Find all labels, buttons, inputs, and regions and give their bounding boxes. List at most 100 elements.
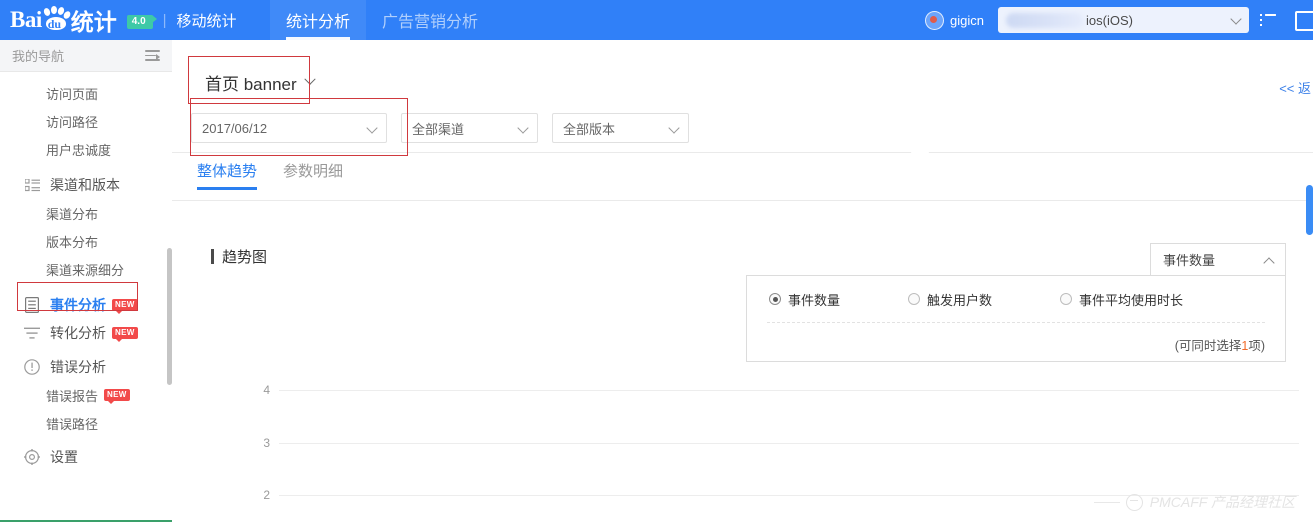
metric-select-value: 事件数量 — [1163, 250, 1215, 269]
y-axis-tick: 2 — [248, 488, 270, 502]
sidebar-item-label: 设置 — [50, 447, 78, 467]
section-tabs: 整体趋势 参数明细 — [197, 160, 343, 190]
chevron-down-icon — [517, 122, 528, 133]
sidebar-item-label: 访问路径 — [46, 112, 98, 131]
gear-icon — [24, 449, 40, 465]
funnel-icon — [24, 325, 40, 341]
document-icon — [24, 297, 40, 313]
grid-button[interactable] — [1287, 0, 1313, 40]
app-selector[interactable]: ios(iOS) — [998, 7, 1249, 33]
grid-icon — [1295, 11, 1313, 31]
radio-triggered-users[interactable]: 触发用户数 — [908, 290, 992, 309]
tab-overall-trend[interactable]: 整体趋势 — [197, 160, 257, 190]
chevron-down-icon — [668, 122, 679, 133]
channel-select[interactable]: 全部渠道 — [401, 113, 538, 143]
chevron-down-icon — [1230, 13, 1241, 24]
selection-hint: (可同时选择1项) — [747, 323, 1285, 354]
gridline — [279, 443, 1299, 444]
event-selector-highlight-box — [188, 56, 310, 104]
sidebar-item-label: 转化分析 — [50, 323, 106, 343]
tabs-highlight-box — [190, 98, 408, 156]
product-subtitle: 移动统计 — [177, 10, 237, 31]
sidebar-item-visit-pages[interactable]: 访问页面 — [0, 79, 172, 107]
metric-select-trigger[interactable]: 事件数量 — [1150, 243, 1286, 276]
sidebar-item-channel-version[interactable]: 渠道和版本 — [0, 171, 172, 199]
sidebar-header: 我的导航 — [0, 40, 172, 72]
new-badge: NEW — [112, 299, 138, 311]
apps-list-button[interactable] — [1255, 0, 1281, 40]
sidebar: 我的导航 访问页面 访问路径 用户忠诚度 渠道和版本 渠道分布 版本分布 渠道来… — [0, 40, 173, 526]
trend-chart-plot: 4 3 2 1 — [172, 201, 1313, 526]
alert-circle-icon — [24, 359, 40, 375]
sidebar-bottom-accent — [0, 520, 172, 526]
sidebar-item-visit-path[interactable]: 访问路径 — [0, 107, 172, 135]
version-badge: 4.0 — [127, 12, 153, 29]
logo-du-text: du — [48, 17, 61, 32]
logo-bai-text: Bai — [10, 7, 42, 33]
sidebar-item-label: 事件分析 — [50, 295, 106, 315]
sidebar-item-label: 渠道来源细分 — [46, 260, 124, 279]
top-header: Bai du 统计 4.0 | 移动统计 统计分析 广告营销分析 gigicn … — [0, 0, 1313, 40]
hint-prefix: (可同时选择 — [1175, 339, 1242, 353]
list-detail-icon — [24, 177, 40, 193]
avatar — [925, 11, 944, 30]
new-badge: NEW — [112, 327, 138, 339]
section-tabs-bar: 整体趋势 参数明细 — [172, 152, 1313, 201]
page-scrollbar[interactable] — [1306, 185, 1313, 235]
app-name-redacted — [1006, 13, 1084, 28]
list-icon — [1260, 14, 1276, 26]
sidebar-item-label: 错误报告 — [46, 386, 98, 405]
channel-value: 全部渠道 — [412, 119, 464, 138]
version-select[interactable]: 全部版本 — [552, 113, 689, 143]
sidebar-item-label: 用户忠诚度 — [46, 140, 111, 159]
version-badge-label: 4.0 — [127, 15, 153, 29]
watermark: PMCAFF 产品经理社区 — [1094, 492, 1295, 512]
sidebar-item-error-analysis[interactable]: 错误分析 — [0, 353, 172, 381]
main-content: 首页 banner 2017/06/12 全部渠道 全部版本 << 返 整体趋势… — [172, 40, 1313, 526]
header-right: gigicn ios(iOS) — [925, 0, 1313, 40]
radio-avg-duration[interactable]: 事件平均使用时长 — [1060, 290, 1183, 309]
nav-tab-statistics[interactable]: 统计分析 — [270, 0, 366, 40]
new-badge: NEW — [104, 389, 130, 401]
back-link[interactable]: << 返 — [1279, 78, 1311, 97]
paw-icon: du — [43, 8, 69, 32]
watermark-line — [1094, 502, 1120, 503]
sidebar-item-user-loyalty[interactable]: 用户忠诚度 — [0, 135, 172, 163]
sidebar-item-label: 渠道和版本 — [50, 175, 120, 195]
radio-event-count[interactable]: 事件数量 — [769, 290, 840, 309]
sidebar-item-settings[interactable]: 设置 — [0, 443, 172, 471]
y-axis-tick: 3 — [248, 436, 270, 450]
logo-divider: | — [163, 12, 167, 29]
radio-dot — [769, 293, 781, 305]
sidebar-item-error-path[interactable]: 错误路径 — [0, 409, 172, 437]
collapse-icon[interactable] — [145, 50, 160, 61]
radio-label: 事件平均使用时长 — [1079, 290, 1183, 309]
sidebar-item-conversion-analysis[interactable]: 转化分析 NEW — [0, 319, 172, 347]
user-account[interactable]: gigicn — [925, 11, 984, 30]
sidebar-item-channel-distribution[interactable]: 渠道分布 — [0, 199, 172, 227]
gridline — [279, 390, 1299, 391]
sidebar-item-error-report[interactable]: 错误报告 NEW — [0, 381, 172, 409]
sidebar-item-version-distribution[interactable]: 版本分布 — [0, 227, 172, 255]
sidebar-item-event-analysis[interactable]: 事件分析 NEW — [0, 291, 172, 319]
logo-tongji-text: 统计 — [71, 3, 117, 37]
sidebar-item-label: 错误分析 — [50, 357, 106, 377]
sidebar-item-label: 版本分布 — [46, 232, 98, 251]
user-name: gigicn — [950, 13, 984, 28]
metric-radio-group: 事件数量 触发用户数 事件平均使用时长 — [747, 276, 1285, 322]
metric-options-panel: 事件数量 触发用户数 事件平均使用时长 (可同时选择1项) — [746, 275, 1286, 362]
baidu-tongji-logo[interactable]: Bai du 统计 4.0 | 移动统计 — [10, 5, 237, 35]
radio-label: 事件数量 — [788, 290, 840, 309]
nav-tab-ad-marketing[interactable]: 广告营销分析 — [366, 0, 494, 40]
radio-dot — [1060, 293, 1072, 305]
sidebar-item-channel-source-detail[interactable]: 渠道来源细分 — [0, 255, 172, 283]
y-axis-tick: 4 — [248, 383, 270, 397]
chart-section: 趋势图 4 3 2 1 事件数量 事件数量 触发用户 — [172, 201, 1313, 526]
tab-parameter-detail[interactable]: 参数明细 — [283, 160, 343, 190]
sidebar-item-label: 渠道分布 — [46, 204, 98, 223]
radio-dot — [908, 293, 920, 305]
radio-label: 触发用户数 — [927, 290, 992, 309]
primary-nav: 统计分析 广告营销分析 — [270, 0, 494, 40]
sidebar-title: 我的导航 — [12, 46, 64, 65]
sidebar-nav-list: 访问页面 访问路径 用户忠诚度 渠道和版本 渠道分布 版本分布 渠道来源细分 事… — [0, 72, 172, 471]
